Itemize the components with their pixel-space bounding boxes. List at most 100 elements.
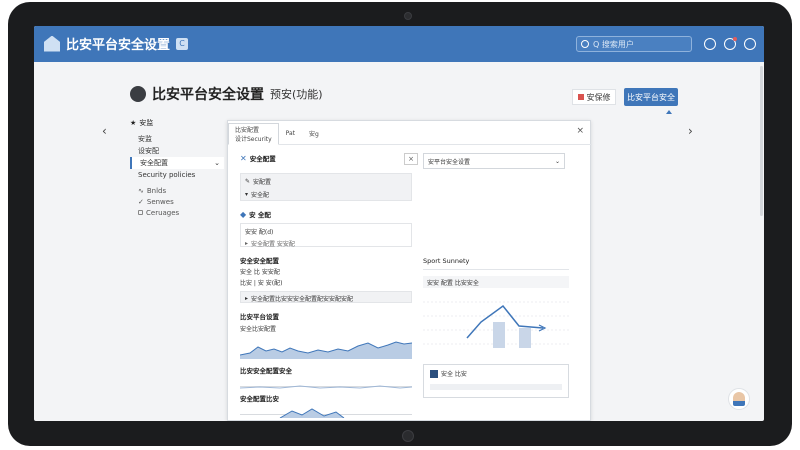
info-label: 安全 比 安安配 xyxy=(240,269,280,276)
mini-card-label: 安全 比安 xyxy=(441,371,467,378)
app-title: 比安平台安全设置 xyxy=(66,38,171,53)
mini-card-row: 安全 比安 xyxy=(430,369,562,378)
sidebar-item-2[interactable]: 安全配置 ⌄ xyxy=(130,157,224,169)
field-row[interactable]: ▾ 安全配 xyxy=(245,190,407,199)
tab-label: 安g xyxy=(309,130,319,138)
bottom-area xyxy=(280,409,344,418)
sidebar-subitem-1[interactable]: ✓ Senwes xyxy=(130,196,224,207)
primary-button[interactable]: 比安平台安全 xyxy=(624,88,678,106)
gear-icon xyxy=(130,86,146,102)
home-button[interactable] xyxy=(402,430,414,442)
section-title: ✕ 安全配置 xyxy=(240,153,412,164)
info-row: 安全 比 安安配 xyxy=(240,267,412,276)
bottom-chart xyxy=(240,403,412,419)
settings-select[interactable]: 安平台安全设置 ⌄ xyxy=(423,153,565,169)
settings-dialog: 比安配置 设计Security Pat 安g × ✕ 安全配置 × ✎ 安配置 ▾ 安… xyxy=(227,120,592,421)
spark-chart-svg xyxy=(239,385,413,389)
bar xyxy=(519,328,531,348)
brand[interactable]: 比安平台安全设置 C xyxy=(44,34,189,53)
sidebar-item-label: Security policies xyxy=(138,171,196,179)
secondary-button-label: 安保修 xyxy=(586,92,611,102)
section-title-label: 比安安全配置安全 xyxy=(240,367,292,375)
top-navigation-bar: 比安平台安全设置 C xyxy=(34,26,764,62)
chart-caption-label: 安全比安配置 xyxy=(240,326,277,333)
summary-chart xyxy=(423,292,569,358)
field-label: 安安 配(d) xyxy=(245,229,274,236)
caret-icon: ▸ xyxy=(245,295,249,302)
sidebar-subitem-0[interactable]: ∿ Bnlds xyxy=(130,185,224,196)
settings-icon[interactable] xyxy=(744,38,756,50)
sidebar-item-1[interactable]: 设安配 xyxy=(130,145,224,157)
section-close-button[interactable]: × xyxy=(404,153,418,165)
wave-icon: ∿ xyxy=(138,186,144,195)
settings-sidebar: ★ 安监 安监 设安配 安全配置 ⌄ Security policies ∿ Bn… xyxy=(130,118,224,218)
field-label: 安全配 xyxy=(251,192,270,199)
shield-icon: ◆ xyxy=(240,209,247,219)
tab-label: Pat xyxy=(285,129,296,137)
bottom-chart-svg xyxy=(279,408,345,419)
bell-icon[interactable] xyxy=(724,37,737,50)
search-icon xyxy=(581,40,589,48)
pencil-icon: ✎ xyxy=(245,178,251,185)
page-scrollbar[interactable] xyxy=(760,66,763,216)
mini-card[interactable]: 安全 比安 xyxy=(423,364,569,398)
chart-caption: 安全比安配置 xyxy=(240,324,412,333)
primary-button-label: 比安平台安全 xyxy=(627,92,675,102)
tab-1[interactable]: Pat xyxy=(279,122,302,144)
section-title: 比安安全配置安全 xyxy=(240,365,412,375)
field-row: ▸ 安全配置比安安安全配置配安安配安配 xyxy=(245,294,407,303)
camera-icon xyxy=(404,12,412,20)
section-title-label: 安全安全配置 xyxy=(240,257,279,265)
page-title-suffix: 预安(功能) xyxy=(270,88,323,101)
sidebar-item-label: 安监 xyxy=(138,135,152,143)
bar xyxy=(493,322,505,348)
notification-dot xyxy=(733,37,737,41)
chevron-down-icon: ⌄ xyxy=(214,159,220,167)
dialog-tabs: 比安配置 设计Security Pat 安g xyxy=(228,121,592,145)
field-row[interactable]: ✎ 安配置 xyxy=(245,177,407,186)
dialog-left-panel: ✕ 安全配置 × ✎ 安配置 ▾ 安全配 ◆ 安 全配 安安 配(d) ▸ 安全配置 安安… xyxy=(239,153,418,419)
search-input[interactable] xyxy=(593,39,683,49)
tab-0[interactable]: 比安配置 设计Security xyxy=(228,123,279,145)
close-icon[interactable]: × xyxy=(576,126,584,136)
check-icon: ✓ xyxy=(138,197,144,206)
dialog-right-panel: 安平台安全设置 ⌄ Sport Sunnety 安安 配置 比安安全 安全 比安 xyxy=(423,153,569,398)
select-value: 安平台安全设置 xyxy=(428,158,471,166)
sidebar-item-0[interactable]: 安监 xyxy=(130,133,224,145)
summary-row: 安安 配置 比安安全 xyxy=(423,276,569,288)
field-bar[interactable]: ▸ 安全配置比安安安全配置配安安配安配 xyxy=(240,291,412,303)
tab-sublabel: 设计Security xyxy=(235,136,272,143)
tab-2[interactable]: 安g xyxy=(302,122,326,144)
star-icon: ★ xyxy=(130,119,137,127)
app-badge: C xyxy=(176,37,189,50)
next-arrow-icon[interactable]: › xyxy=(688,124,693,138)
user-avatar-icon[interactable] xyxy=(728,388,750,410)
section-title: 安全安全配置 xyxy=(240,255,412,265)
field-row[interactable]: ▸ 安全配置 安安配 xyxy=(245,239,407,248)
summary-chart-svg xyxy=(423,301,569,348)
mini-card-bar xyxy=(430,384,562,390)
section-title: ◆ 安 全配 xyxy=(240,209,412,220)
field-label: 安全配置 安安配 xyxy=(251,241,295,248)
field-row: 安安 配(d) xyxy=(245,227,407,236)
sidebar-subitem-2[interactable]: Ceruages xyxy=(130,207,224,218)
sidebar-subitem-label: Senwes xyxy=(146,197,174,206)
section-title-label: 比安平台设置 xyxy=(240,313,279,321)
summary-title: Sport Sunnety xyxy=(423,257,470,265)
spark-line xyxy=(239,385,413,389)
search-box[interactable] xyxy=(576,36,692,52)
prev-arrow-icon[interactable]: ‹ xyxy=(102,124,107,138)
help-icon[interactable] xyxy=(704,38,716,50)
document-icon xyxy=(430,369,438,378)
divider xyxy=(423,269,569,270)
field-group: ✎ 安配置 ▾ 安全配 xyxy=(240,173,412,201)
secondary-button[interactable]: 安保修 xyxy=(572,89,616,105)
app-screen: 比安平台安全设置 C 比安平台安全设置 预安(功能) 安保修 比安平台安全 ‹ xyxy=(34,26,764,421)
field-label: 安全配置比安安安全配置配安安配安配 xyxy=(251,296,354,303)
chevron-down-icon: ⌄ xyxy=(554,157,560,165)
section-title: 安全配置比安 xyxy=(240,393,412,403)
caret-up-icon xyxy=(666,110,672,114)
field-label: 安配置 xyxy=(253,179,272,186)
sidebar-subitem-label: Ceruages xyxy=(146,208,180,217)
sidebar-item-3[interactable]: Security policies xyxy=(130,169,224,181)
